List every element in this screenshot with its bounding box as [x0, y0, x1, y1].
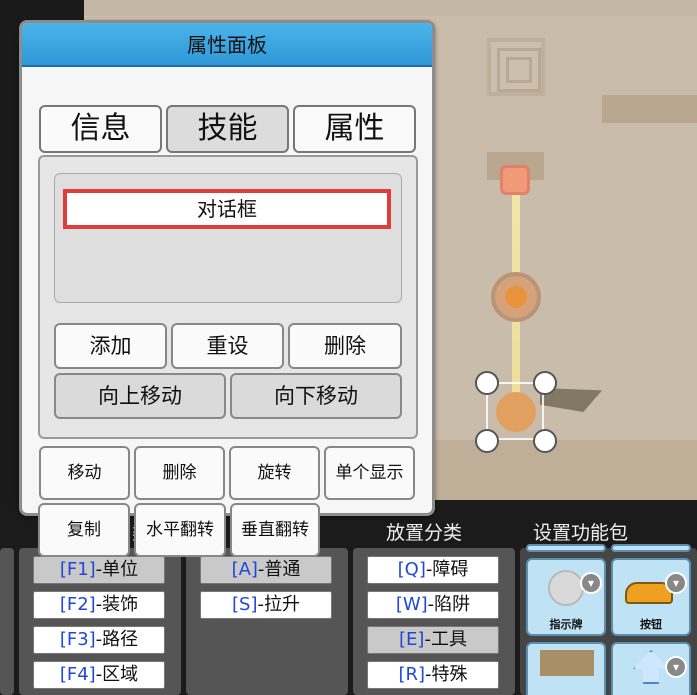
move-down-button[interactable]: 向下移动 — [230, 373, 402, 419]
signpost-icon — [548, 570, 584, 606]
resize-handle-bl[interactable] — [475, 429, 499, 453]
move-up-button[interactable]: 向上移动 — [54, 373, 226, 419]
panel-title[interactable]: 属性面板 — [22, 23, 432, 67]
key-f1-unit[interactable]: [F1]-单位 — [33, 556, 165, 584]
resize-handle-br[interactable] — [533, 429, 557, 453]
key-f2-decoration[interactable]: [F2]-装饰 — [33, 591, 165, 619]
key-f3-path[interactable]: [F3]-路径 — [33, 626, 165, 654]
pack-label-button: 按钮 — [640, 618, 662, 631]
spiral-tile-decoration[interactable] — [487, 38, 545, 96]
pack-label-signpost: 指示牌 — [549, 618, 583, 631]
chevron-down-icon[interactable]: ▾ — [665, 572, 687, 594]
single-display-button[interactable]: 单个显示 — [324, 446, 415, 500]
pack-slot-prev-1[interactable] — [526, 544, 606, 552]
flip-horizontal-button[interactable]: 水平翻转 — [134, 503, 226, 557]
path-node-middle[interactable] — [491, 272, 541, 322]
list-item-dialog[interactable]: 对话框 — [63, 189, 391, 229]
floor-tile-icon — [540, 650, 594, 676]
resize-handle-tr[interactable] — [533, 371, 557, 395]
function-pack-column: ▾ 指示牌 ▾ 按钮 ▾ — [520, 544, 697, 695]
delete-button[interactable]: 删除 — [134, 446, 225, 500]
resize-handle-tl[interactable] — [475, 371, 499, 395]
pack-button[interactable]: ▾ 按钮 — [611, 558, 691, 636]
property-panel: 属性面板 信息 技能 属性 对话框 添加 重设 删除 向上移动 向下移动 移动 … — [19, 20, 435, 516]
category-column-1: [F1]-单位 [F2]-装饰 [F3]-路径 [F4]-区域 — [19, 548, 181, 695]
key-w-trap[interactable]: [W]-陷阱 — [367, 591, 499, 619]
key-s-lift[interactable]: [S]-拉升 — [200, 591, 332, 619]
key-f4-area[interactable]: [F4]-区域 — [33, 661, 165, 689]
skills-tab-body: 对话框 添加 重设 删除 向上移动 向下移动 — [38, 155, 418, 439]
placement-category-column: [Q]-障碍 [W]-陷阱 [E]-工具 [R]-特殊 — [353, 548, 515, 695]
rotate-button[interactable]: 旋转 — [229, 446, 320, 500]
arrow-up-icon — [633, 650, 669, 684]
chevron-down-icon[interactable]: ▾ — [665, 656, 687, 678]
function-pack-header: 设置功能包 — [533, 522, 629, 544]
key-e-tool[interactable]: [E]-工具 — [367, 626, 499, 654]
key-a-normal[interactable]: [A]-普通 — [200, 556, 332, 584]
pack-slot-prev-2[interactable] — [611, 544, 691, 552]
category-column-2: [A]-普通 [S]-拉升 — [186, 548, 348, 695]
wall-ledge — [602, 95, 697, 123]
copy-button[interactable]: 复制 — [38, 503, 130, 557]
chevron-down-icon[interactable]: ▾ — [580, 572, 602, 594]
pack-floor-tile[interactable] — [526, 642, 606, 695]
floor-top-strip — [84, 0, 697, 16]
selected-unit[interactable] — [496, 392, 536, 432]
delete-item-button[interactable]: 删除 — [288, 323, 402, 369]
move-button[interactable]: 移动 — [39, 446, 130, 500]
add-button[interactable]: 添加 — [54, 323, 167, 369]
tab-attributes[interactable]: 属性 — [293, 105, 416, 153]
reset-button[interactable]: 重设 — [171, 323, 284, 369]
key-r-special[interactable]: [R]-特殊 — [367, 661, 499, 689]
skill-list[interactable]: 对话框 — [54, 173, 402, 303]
flip-vertical-button[interactable]: 垂直翻转 — [230, 503, 320, 557]
pack-signpost[interactable]: ▾ 指示牌 — [526, 558, 606, 636]
placement-category-header: 放置分类 — [386, 522, 463, 544]
pack-arrow[interactable]: ▾ — [611, 642, 691, 695]
key-q-obstacle[interactable]: [Q]-障碍 — [367, 556, 499, 584]
path-node-top[interactable] — [500, 165, 530, 195]
toolbar-column-edge — [0, 548, 14, 695]
tab-info[interactable]: 信息 — [39, 105, 162, 153]
tab-skills[interactable]: 技能 — [166, 105, 289, 153]
